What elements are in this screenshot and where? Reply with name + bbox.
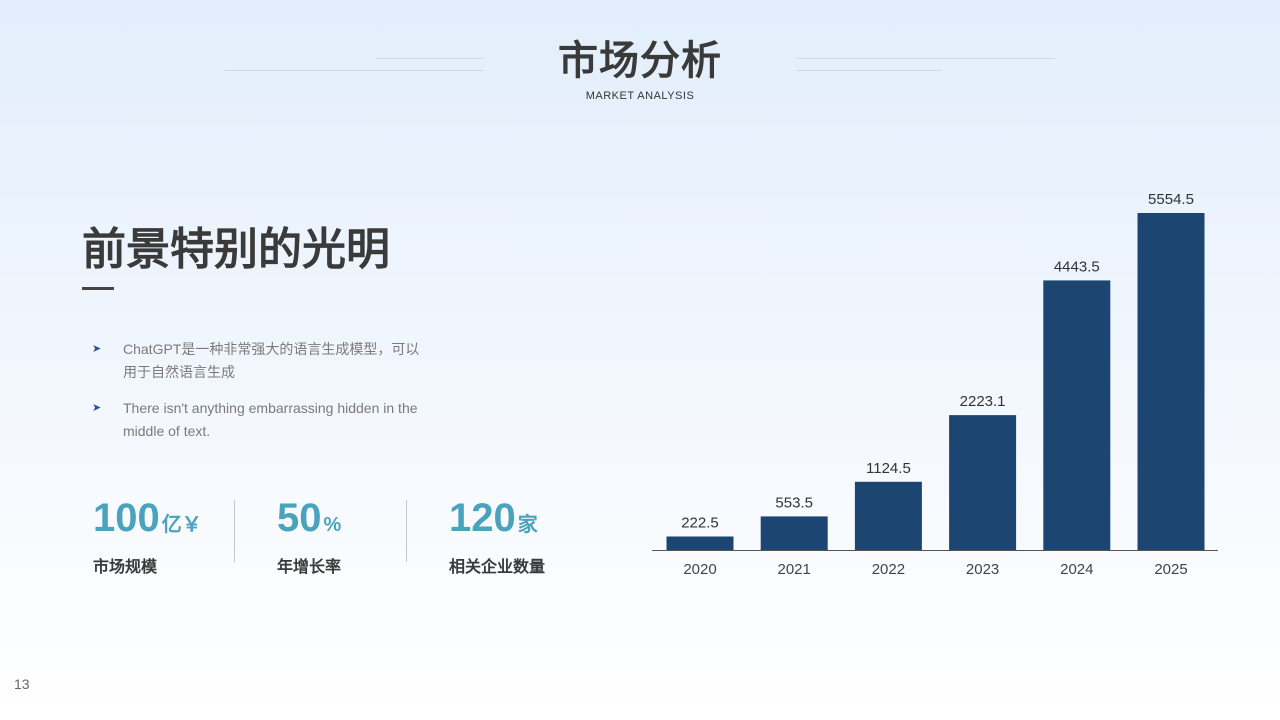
bar-2025 [1137, 213, 1205, 550]
data-label-2024: 4443.5 [1054, 258, 1100, 275]
data-label-2023: 2223.1 [960, 393, 1006, 410]
bar-2022 [854, 481, 922, 550]
page-number: 13 [14, 676, 30, 692]
data-label-2021: 553.5 [775, 494, 813, 511]
bar-2020 [666, 536, 734, 550]
bar-2024 [1043, 280, 1111, 550]
bar-chart: 222.5 2020 553.5 2021 1124.5 2022 2223.1 2023 44… [652, 191, 1218, 578]
x-tick-label-2024: 2024 [1060, 561, 1093, 578]
data-label-2025: 5554.5 [1148, 191, 1194, 208]
bar-2021 [760, 516, 828, 550]
bar-2023 [949, 415, 1017, 550]
x-tick-label-2021: 2021 [778, 561, 811, 578]
x-tick-label-2025: 2025 [1154, 561, 1187, 578]
x-tick-label-2020: 2020 [683, 561, 716, 578]
data-label-2020: 222.5 [681, 515, 719, 532]
data-label-2022: 1124.5 [866, 460, 911, 477]
x-tick-label-2022: 2022 [872, 561, 905, 578]
x-tick-label-2023: 2023 [966, 561, 999, 578]
